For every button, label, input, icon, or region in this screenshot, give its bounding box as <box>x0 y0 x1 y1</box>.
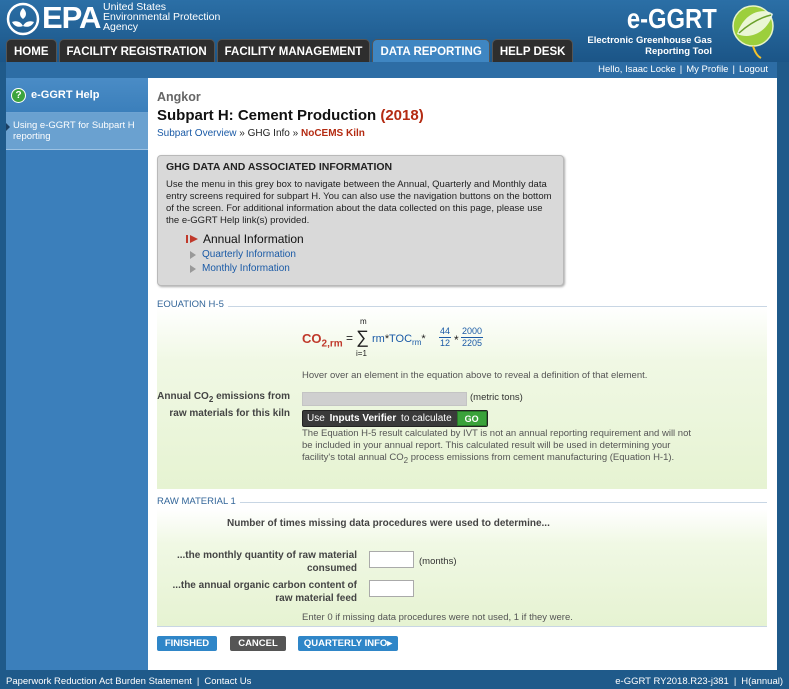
bottom-divider <box>157 626 767 627</box>
reporting-year: (2018) <box>380 107 424 124</box>
annual-information-item[interactable]: Annual Information <box>186 232 555 246</box>
facility-name: Angkor <box>157 90 201 104</box>
go-button[interactable]: GO <box>456 411 487 426</box>
breadcrumb-subpart-overview[interactable]: Subpart Overview <box>157 128 236 139</box>
agency-name: United States Environmental Protection A… <box>103 1 221 33</box>
ghg-box-body: Use the menu in this grey box to navigat… <box>166 179 552 226</box>
quarterly-info-button[interactable]: QUARTERLY INFO▸ <box>298 636 398 651</box>
app-title: e-GGRT <box>627 3 717 34</box>
main-nav: HOME FACILITY REGISTRATION FACILITY MANA… <box>6 39 574 62</box>
raw-material-section: Number of times missing data procedures … <box>157 509 767 626</box>
red-play-arrow-icon <box>186 235 198 243</box>
cancel-button[interactable]: CANCEL <box>230 636 286 651</box>
metric-tons-unit: (metric tons) <box>470 392 523 403</box>
footer-links: Paperwork Reduction Act Burden Statement… <box>6 676 252 687</box>
tab-data-reporting[interactable]: DATA REPORTING <box>372 39 490 62</box>
tab-home[interactable]: HOME <box>6 39 57 62</box>
version-label: e-GGRT RY2018.R23-j381 <box>615 676 729 687</box>
fraction-2000-2205: 2000 2205 <box>461 326 484 348</box>
carbon-content-label: ...the annual organic carbon content of … <box>172 580 357 604</box>
ghg-box-heading: GHG DATA AND ASSOCIATED INFORMATION <box>166 161 393 173</box>
page-code: H(annual) <box>741 676 783 687</box>
eggrt-globe-leaf-icon <box>732 5 774 59</box>
grey-arrow-icon <box>190 250 196 259</box>
monthly-quantity-label: ...the monthly quantity of raw material … <box>176 550 357 574</box>
annual-co2-label: Annual CO2 emissions from raw materials … <box>157 391 290 419</box>
tab-facility-registration[interactable]: FACILITY REGISTRATION <box>58 39 215 62</box>
equation-lhs[interactable]: CO2,rm <box>302 331 343 350</box>
site-header: EPA United States Environmental Protecti… <box>0 0 789 62</box>
help-sidebar: ? e-GGRT Help Using e-GGRT for Subpart H… <box>6 78 148 670</box>
carbon-content-input[interactable] <box>369 580 414 597</box>
help-question-icon: ? <box>11 87 26 103</box>
monthly-quantity-input[interactable] <box>369 551 414 568</box>
contact-us-link[interactable]: Contact Us <box>204 676 251 687</box>
breadcrumb-ghg-info: GHG Info <box>247 128 290 139</box>
help-link-subpart-h[interactable]: Using e-GGRT for Subpart H reporting <box>6 113 148 150</box>
quarterly-information-link[interactable]: Quarterly Information <box>190 249 555 260</box>
missing-data-heading: Number of times missing data procedures … <box>227 518 550 529</box>
page-title: Subpart H: Cement Production (2018) <box>157 107 424 124</box>
annual-co2-emissions-field[interactable] <box>302 392 467 406</box>
user-greeting: Hello, Isaac Locke <box>598 64 676 75</box>
equation-h5[interactable]: CO2,rm = m ∑ i=1 rm* TOCrm* 44 12 * 2000 2… <box>302 317 542 359</box>
epa-flower-icon <box>6 2 40 36</box>
tab-help-desk[interactable]: HELP DESK <box>491 39 574 62</box>
months-unit: (months) <box>419 556 457 567</box>
main-content: Angkor Subpart H: Cement Production (201… <box>148 78 777 670</box>
epa-logo[interactable]: EPA United States Environmental Protecti… <box>6 0 236 36</box>
epa-wordmark: EPA <box>42 0 101 35</box>
fraction-44-12: 44 12 <box>439 326 452 348</box>
equation-rm[interactable]: rm* <box>372 333 389 345</box>
logout-link[interactable]: Logout <box>739 64 768 75</box>
ivt-note: The Equation H-5 result calculated by IV… <box>302 428 692 465</box>
tab-facility-management[interactable]: FACILITY MANAGEMENT <box>216 39 371 62</box>
raw-material-section-label: RAW MATERIAL 1 <box>157 496 240 507</box>
sigma-symbol: ∑ <box>356 327 369 347</box>
my-profile-link[interactable]: My Profile <box>686 64 728 75</box>
missing-data-note: Enter 0 if missing data procedures were … <box>302 612 573 623</box>
raw-material-divider <box>157 502 767 503</box>
site-footer: Paperwork Reduction Act Burden Statement… <box>6 672 783 689</box>
monthly-information-link[interactable]: Monthly Information <box>190 263 555 274</box>
breadcrumb-current: NoCEMS Kiln <box>300 128 365 139</box>
help-header: ? e-GGRT Help <box>6 78 148 113</box>
help-title: e-GGRT Help <box>31 89 100 101</box>
user-bar: Hello, Isaac Locke | My Profile | Logout <box>6 62 777 78</box>
breadcrumb: Subpart Overview » GHG Info » NoCEMS Kil… <box>157 128 365 139</box>
equation-section: CO2,rm = m ∑ i=1 rm* TOCrm* 44 12 * 2000 2… <box>157 307 767 489</box>
app-subtitle: Electronic Greenhouse Gas Reporting Tool <box>587 35 712 57</box>
paperwork-link[interactable]: Paperwork Reduction Act Burden Statement <box>6 676 192 687</box>
ghg-info-box: GHG DATA AND ASSOCIATED INFORMATION Use … <box>157 155 564 286</box>
grey-arrow-icon <box>190 264 196 273</box>
equation-toc[interactable]: TOCrm* <box>389 333 426 347</box>
finished-button[interactable]: FINISHED <box>157 636 217 651</box>
footer-version: e-GGRT RY2018.R23-j381 | H(annual) <box>615 676 783 687</box>
equation-hover-note: Hover over an element in the equation ab… <box>302 370 648 381</box>
inputs-verifier-button[interactable]: Use Inputs Verifier to calculate GO <box>302 410 488 427</box>
